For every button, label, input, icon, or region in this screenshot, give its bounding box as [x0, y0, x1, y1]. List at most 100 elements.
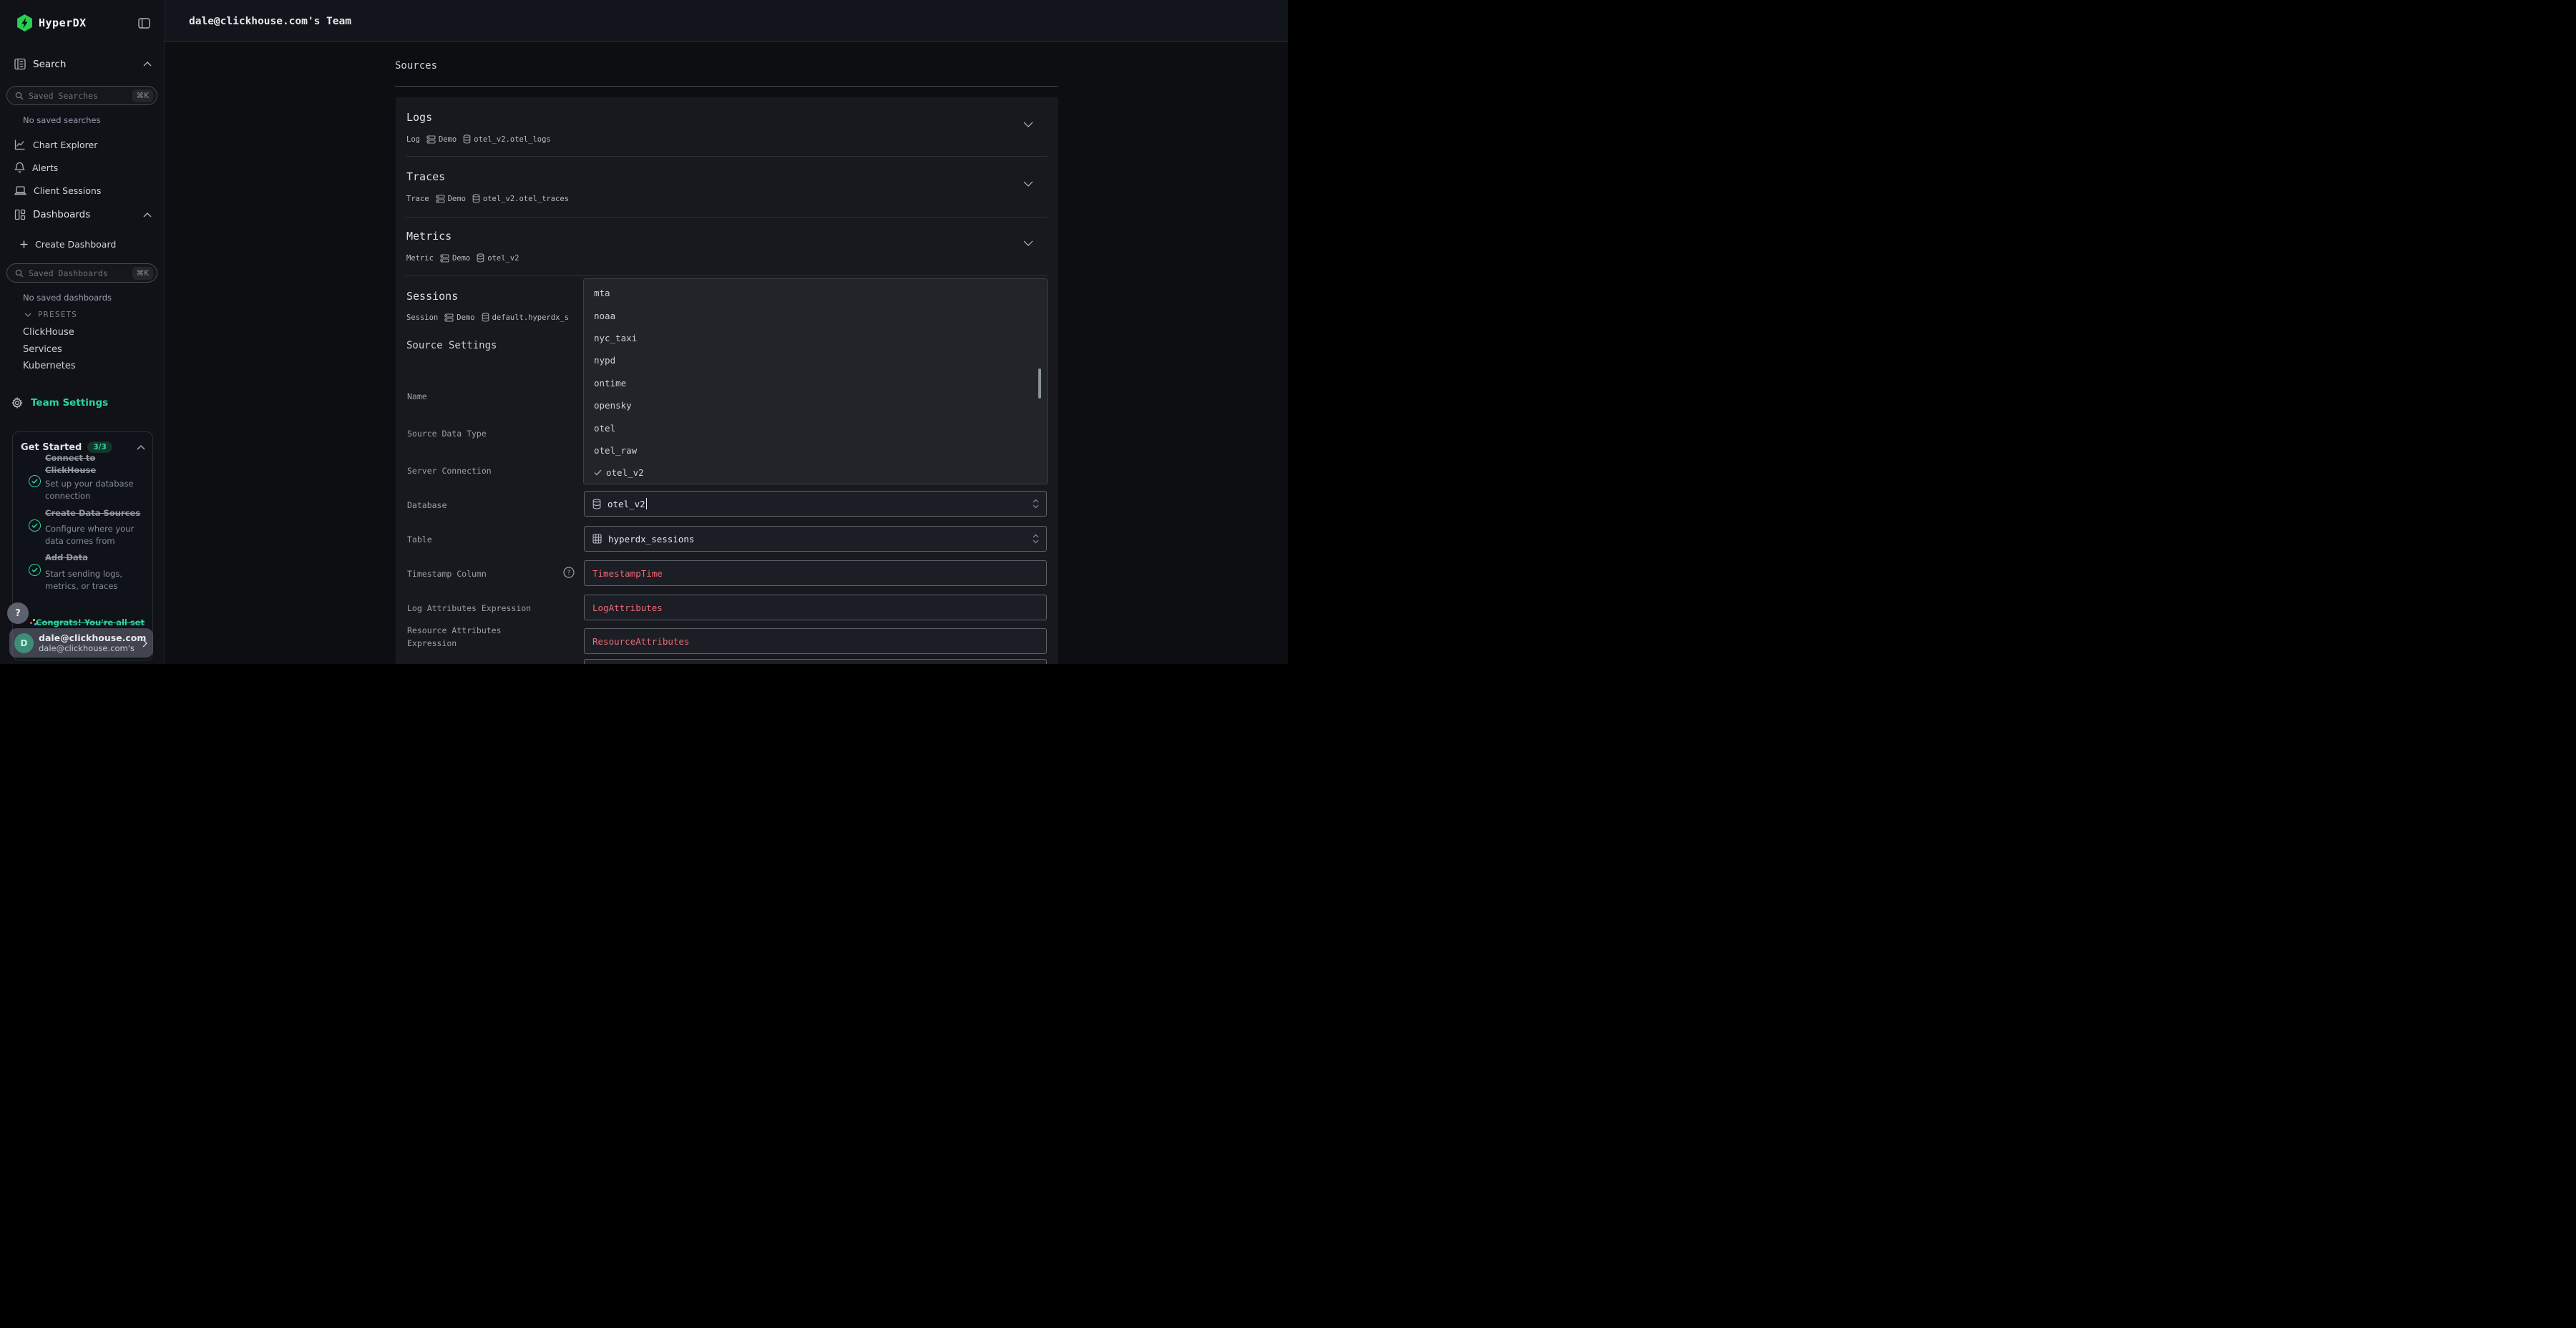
- top-header: dale@clickhouse.com's Team: [165, 0, 1288, 42]
- field-label-source-data-type: Source Data Type: [407, 427, 554, 440]
- create-dashboard-button[interactable]: Create Dashboard: [20, 239, 116, 250]
- app-root: HyperDX Search Saved Searches ⌘K No save…: [0, 0, 1288, 664]
- dropdown-option[interactable]: noaa: [584, 304, 1047, 326]
- next-input-partial[interactable]: [584, 659, 1047, 664]
- saved-searches-placeholder: Saved Searches: [29, 91, 132, 101]
- log-attributes-input[interactable]: LogAttributes: [584, 595, 1047, 620]
- dashboard-icon: [14, 209, 26, 220]
- database-value: otel_v2: [608, 499, 645, 509]
- source-card-meta: Log Demo otel_v2.otel_logs: [406, 135, 551, 144]
- table-grid-icon: [592, 534, 602, 544]
- get-started-item-desc: Set up your database connection: [45, 478, 145, 502]
- card-divider: [406, 156, 1048, 157]
- chevron-right-icon: [142, 639, 147, 648]
- shortcut-badge: ⌘K: [132, 89, 153, 102]
- dropdown-option[interactable]: ontime: [584, 372, 1047, 394]
- bell-icon: [14, 162, 25, 174]
- chevron-up-icon: [143, 213, 152, 218]
- dashboards-section-label: Dashboards: [33, 209, 90, 220]
- sidebar-item-team-settings[interactable]: Team Settings: [11, 397, 108, 409]
- get-started-header[interactable]: Get Started 3/3: [21, 441, 145, 453]
- sidebar-section-search[interactable]: Search: [14, 58, 152, 70]
- dropdown-option[interactable]: otel_raw: [584, 439, 1047, 462]
- chart-icon: [14, 139, 26, 150]
- field-label-timestamp-column: Timestamp Column: [407, 567, 554, 580]
- chevron-down-icon[interactable]: [1023, 181, 1033, 187]
- dropdown-option-selected[interactable]: otel_v2: [584, 462, 1047, 484]
- svg-text:?: ?: [567, 570, 571, 577]
- completed-item-fragment: Congrats! You're all set: [30, 616, 145, 628]
- logo-text: HyperDX: [39, 16, 87, 29]
- help-button[interactable]: ?: [7, 602, 29, 624]
- dropdown-option[interactable]: nypd: [584, 349, 1047, 371]
- dropdown-option[interactable]: opensky: [584, 394, 1047, 416]
- sidebar-item-client-sessions[interactable]: Client Sessions: [14, 185, 152, 196]
- search-icon: [15, 92, 24, 100]
- check-circle-icon: [29, 564, 41, 576]
- nav-label: Client Sessions: [34, 185, 101, 196]
- sources-divider: [395, 86, 1058, 87]
- user-subtitle: dale@clickhouse.com's: [39, 643, 142, 653]
- table-name: otel_v2.otel_traces: [483, 195, 569, 203]
- presets-toggle[interactable]: PRESETS: [24, 311, 77, 319]
- dropdown-option[interactable]: nyc_taxi: [584, 327, 1047, 349]
- chevron-down-icon[interactable]: [1023, 122, 1033, 127]
- source-card-meta: Trace Demo otel_v2.otel_traces: [406, 194, 569, 203]
- chevron-up-icon: [143, 62, 152, 67]
- logo-row: HyperDX: [16, 14, 87, 31]
- table-chip: otel_v2.otel_logs: [463, 135, 550, 144]
- get-started-item-title[interactable]: Add Data: [45, 552, 144, 564]
- timestamp-value: TimestampTime: [592, 568, 663, 579]
- get-started-item-title[interactable]: Connect to ClickHouse: [45, 452, 144, 477]
- user-menu[interactable]: D dale@clickhouse.com dale@clickhouse.co…: [9, 628, 153, 658]
- sidebar-item-alerts[interactable]: Alerts: [14, 162, 152, 174]
- resource-attributes-input[interactable]: ResourceAttributes: [584, 628, 1047, 654]
- preset-clickhouse[interactable]: ClickHouse: [23, 327, 74, 338]
- completed-item-text: Congrats! You're all set: [36, 617, 145, 628]
- laptop-icon: [14, 185, 26, 196]
- search-icon: [15, 269, 24, 278]
- text-caret: [646, 498, 648, 509]
- dropdown-option[interactable]: otel: [584, 416, 1047, 439]
- chevron-down-icon: [24, 313, 31, 317]
- avatar: D: [14, 633, 34, 653]
- get-started-item-title[interactable]: Create Data Sources: [45, 507, 152, 519]
- field-label-name: Name: [407, 390, 554, 403]
- timestamp-column-input[interactable]: TimestampTime: [584, 560, 1047, 586]
- select-spinner-icon[interactable]: [1033, 499, 1039, 509]
- table-name: otel_v2: [487, 254, 519, 263]
- dropdown-option[interactable]: mta: [584, 282, 1047, 304]
- table-chip: otel_v2.otel_traces: [472, 194, 569, 203]
- nav-label: Chart Explorer: [33, 140, 97, 150]
- chevron-down-icon[interactable]: [1023, 240, 1033, 246]
- gear-icon: [11, 397, 23, 409]
- connection-chip: Demo: [436, 195, 466, 203]
- dropdown-scrollbar[interactable]: [1038, 368, 1041, 399]
- log-attributes-value: LogAttributes: [592, 602, 663, 613]
- get-started-badge: 3/3: [87, 441, 112, 453]
- help-circle-icon[interactable]: ?: [563, 567, 575, 578]
- table-value: hyperdx_sessions: [608, 534, 694, 545]
- resource-attributes-value: ResourceAttributes: [592, 636, 689, 647]
- source-card-title-logs: Logs: [406, 111, 432, 124]
- table-input[interactable]: hyperdx_sessions: [584, 526, 1047, 552]
- connection-name: Demo: [448, 195, 466, 203]
- table-chip: otel_v2: [477, 253, 519, 263]
- database-input[interactable]: otel_v2: [584, 491, 1047, 517]
- collapse-sidebar-button[interactable]: [138, 18, 150, 29]
- select-spinner-icon[interactable]: [1033, 534, 1039, 544]
- presets-label: PRESETS: [38, 311, 77, 319]
- sidebar: HyperDX Search Saved Searches ⌘K No save…: [0, 0, 165, 664]
- saved-searches-input[interactable]: Saved Searches ⌘K: [6, 86, 157, 105]
- sidebar-item-chart-explorer[interactable]: Chart Explorer: [14, 139, 152, 150]
- database-dropdown: mta noaa nyc_taxi nypd ontime opensky ot…: [583, 278, 1048, 484]
- field-label-database: Database: [407, 499, 554, 512]
- chevron-up-icon: [137, 445, 145, 450]
- user-name: dale@clickhouse.com: [39, 633, 142, 643]
- source-type-label: Trace: [406, 195, 429, 203]
- preset-kubernetes[interactable]: Kubernetes: [23, 361, 76, 371]
- sidebar-section-dashboards[interactable]: Dashboards: [14, 209, 152, 220]
- field-label-log-attributes: Log Attributes Expression: [407, 602, 554, 615]
- preset-services[interactable]: Services: [23, 344, 62, 355]
- saved-dashboards-input[interactable]: Saved Dashboards ⌘K: [6, 263, 157, 283]
